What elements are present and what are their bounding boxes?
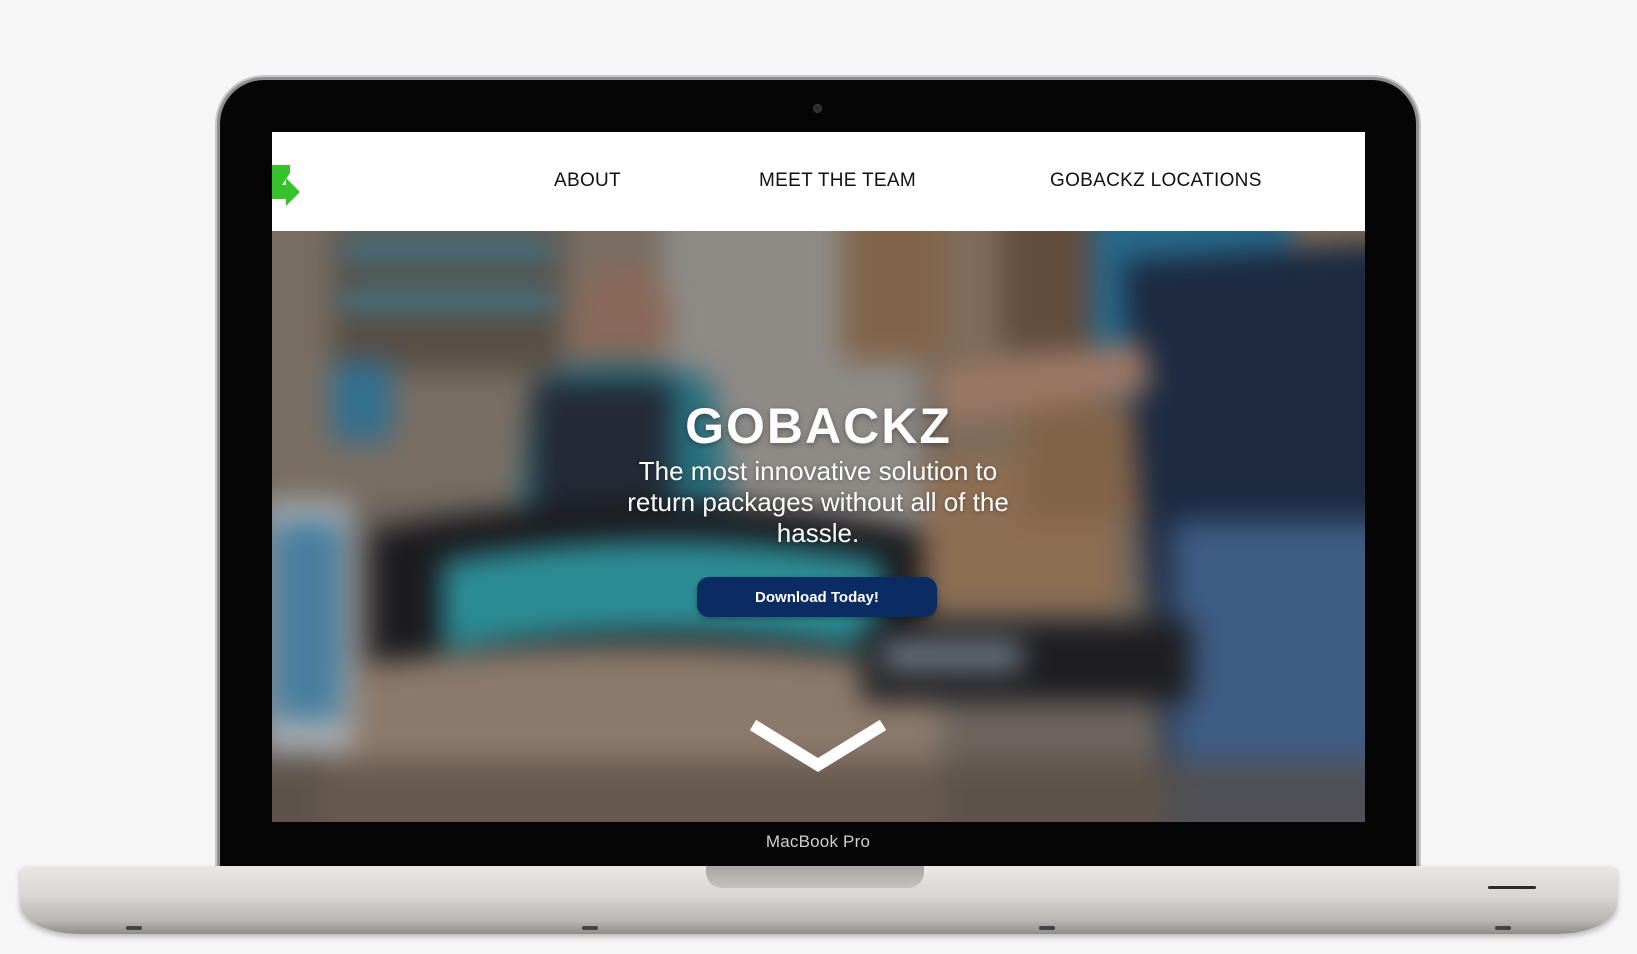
top-navbar: ABOUT MEET THE TEAM GOBACKZ LOCATIONS <box>272 132 1365 231</box>
device-model-label: MacBook Pro <box>765 832 871 851</box>
hero-subtitle: The most innovative solution to return p… <box>627 456 1009 548</box>
laptop-foot <box>126 926 142 930</box>
hero-section: GOBACKZ The most innovative solution to … <box>272 231 1365 822</box>
laptop-foot <box>1495 926 1511 930</box>
camera-icon <box>813 104 822 113</box>
hero-title: GOBACKZ <box>685 398 952 454</box>
laptop-screen: ABOUT MEET THE TEAM GOBACKZ LOCATIONS GO… <box>272 132 1365 822</box>
laptop-base-notch <box>706 866 924 888</box>
green-arrow-logo-icon[interactable] <box>272 165 302 209</box>
laptop-base-indicator <box>1488 886 1536 889</box>
nav-link-meet-the-team[interactable]: MEET THE TEAM <box>759 170 916 192</box>
nav-link-gobackz-locations[interactable]: GOBACKZ LOCATIONS <box>1050 170 1262 192</box>
laptop-foot <box>1039 926 1055 930</box>
laptop-foot <box>582 926 598 930</box>
chevron-down-icon[interactable] <box>748 717 888 777</box>
nav-link-about[interactable]: ABOUT <box>554 170 621 192</box>
download-today-button[interactable]: Download Today! <box>697 577 937 617</box>
